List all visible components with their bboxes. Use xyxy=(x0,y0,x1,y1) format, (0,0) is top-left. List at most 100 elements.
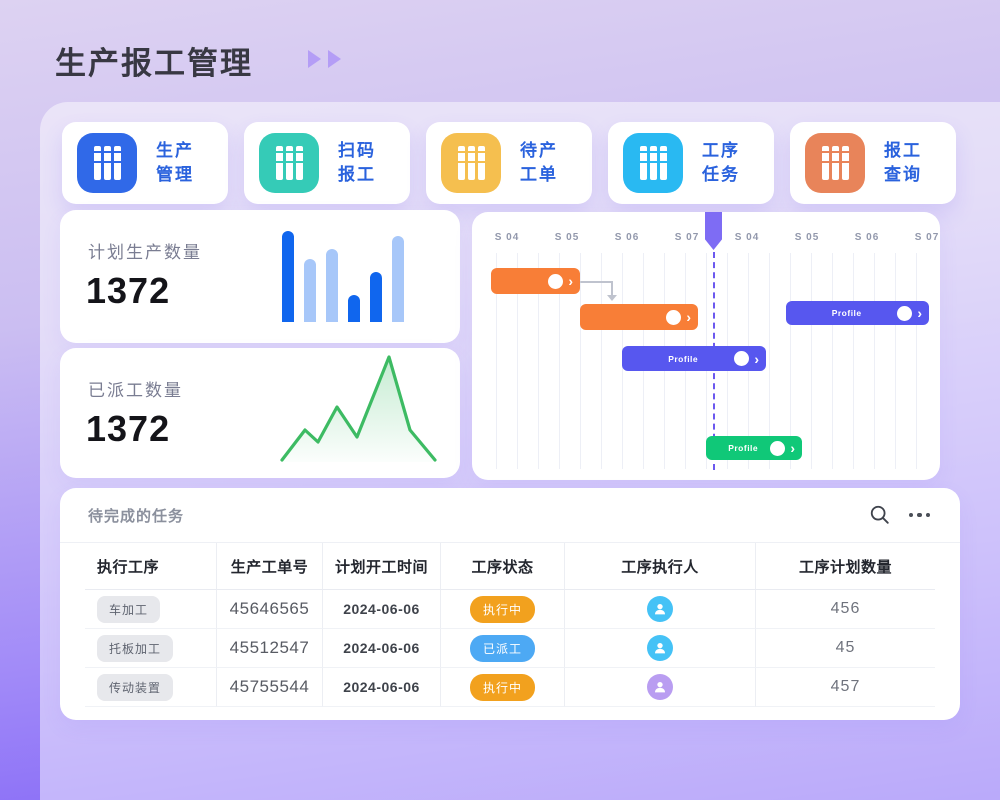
chevron-right-icon xyxy=(790,441,795,455)
mini-bar-chart xyxy=(282,231,414,322)
books-icon xyxy=(805,133,865,193)
avatar[interactable] xyxy=(647,674,673,700)
stat-label: 计划生产数量 xyxy=(88,238,202,263)
page-title: 生产报工管理 xyxy=(55,38,253,83)
person-icon xyxy=(652,640,668,656)
nav-card-report-query[interactable]: 报工查询 xyxy=(790,122,956,204)
timeline-label: S 04 xyxy=(485,232,529,243)
title-arrows-icon xyxy=(308,50,341,68)
nav-card-process-tasks[interactable]: 工序任务 xyxy=(608,122,774,204)
timeline-label: S 07 xyxy=(905,232,940,243)
chevron-right-icon xyxy=(568,274,573,288)
assignee-dot-icon xyxy=(770,441,785,456)
chevron-right-icon xyxy=(754,352,759,366)
qty-cell: 457 xyxy=(755,668,935,707)
nav-card-production-management[interactable]: 生产管理 xyxy=(62,122,228,204)
process-badge: 托板加工 xyxy=(97,635,173,662)
stat-label: 已派工数量 xyxy=(88,376,183,401)
executor-cell xyxy=(564,629,755,668)
timeline-label: S 06 xyxy=(845,232,889,243)
status-cell: 执行中 xyxy=(440,590,564,629)
books-icon xyxy=(77,133,137,193)
chevron-right-icon xyxy=(917,306,922,320)
books-icon xyxy=(623,133,683,193)
gantt-bar-label: Profile xyxy=(796,308,897,318)
gantt-bar-task-3[interactable]: Profile xyxy=(622,346,766,371)
pending-tasks-panel: 待完成的任务 执行工序 生产工单号 计划开工时间 工序状态 工序执行人 工序计划… xyxy=(60,488,960,720)
dispatched-quantity-card: 已派工数量 1372 xyxy=(60,348,460,478)
assignee-dot-icon xyxy=(734,351,749,366)
column-header: 生产工单号 xyxy=(216,543,322,590)
gantt-bar-label: Profile xyxy=(716,443,770,453)
panel-title: 待完成的任务 xyxy=(88,505,869,526)
timeline-label: S 05 xyxy=(545,232,589,243)
order-cell: 45646565 xyxy=(216,590,322,629)
play-arrow-icon xyxy=(328,50,341,68)
dependency-connector xyxy=(580,281,613,283)
status-badge: 执行中 xyxy=(470,596,535,623)
process-cell: 传动装置 xyxy=(85,668,216,707)
status-badge: 执行中 xyxy=(470,674,535,701)
planned-quantity-card: 计划生产数量 1372 xyxy=(60,210,460,343)
bar-segment xyxy=(392,236,404,322)
gantt-bar-label: Profile xyxy=(632,354,734,364)
main-container: 生产管理 扫码报工 待产工单 工序任务 报工查询 计划生产数量 1372 xyxy=(40,102,1000,800)
nav-card-pending-work-orders[interactable]: 待产工单 xyxy=(426,122,592,204)
nav-card-scan-report[interactable]: 扫码报工 xyxy=(244,122,410,204)
status-cell: 已派工 xyxy=(440,629,564,668)
gantt-bar-task-1[interactable] xyxy=(491,268,580,294)
page: 生产报工管理 生产管理 扫码报工 待产工单 工序任务 xyxy=(0,0,1000,800)
timeline-label: S 05 xyxy=(785,232,829,243)
books-icon xyxy=(259,133,319,193)
gantt-bar-task-4[interactable]: Profile xyxy=(786,301,929,325)
gantt-bar-task-5[interactable]: Profile xyxy=(706,436,802,460)
process-badge: 车加工 xyxy=(97,596,160,623)
panel-header: 待完成的任务 xyxy=(60,488,960,543)
nav-label: 待产工单 xyxy=(520,139,558,187)
status-badge: 已派工 xyxy=(470,635,535,662)
executor-cell xyxy=(564,668,755,707)
order-cell: 45755544 xyxy=(216,668,322,707)
assignee-dot-icon xyxy=(666,310,681,325)
status-cell: 执行中 xyxy=(440,668,564,707)
process-cell: 托板加工 xyxy=(85,629,216,668)
nav-label: 生产管理 xyxy=(156,139,194,187)
order-cell: 45512547 xyxy=(216,629,322,668)
current-time-marker[interactable] xyxy=(705,212,722,250)
chevron-right-icon xyxy=(686,310,691,324)
search-icon[interactable] xyxy=(869,504,891,526)
column-header: 计划开工时间 xyxy=(322,543,440,590)
person-icon xyxy=(652,679,668,695)
play-arrow-icon xyxy=(308,50,321,68)
column-header: 工序状态 xyxy=(440,543,564,590)
timeline-label: S 06 xyxy=(605,232,649,243)
bar-segment xyxy=(348,295,360,322)
mini-line-chart xyxy=(280,352,440,466)
assignee-dot-icon xyxy=(548,274,563,289)
assignee-dot-icon xyxy=(897,306,912,321)
dependency-arrow-icon xyxy=(607,295,617,301)
process-cell: 车加工 xyxy=(85,590,216,629)
column-header: 工序计划数量 xyxy=(755,543,935,590)
column-header: 执行工序 xyxy=(85,543,216,590)
date-cell: 2024-06-06 xyxy=(322,629,440,668)
gantt-panel: S 04 S 05 S 06 S 07 S 04 S 05 S 06 S 07 xyxy=(472,212,940,480)
bar-segment xyxy=(370,272,382,322)
avatar[interactable] xyxy=(647,635,673,661)
timeline-label: S 07 xyxy=(665,232,709,243)
more-options-icon[interactable] xyxy=(909,513,931,518)
date-cell: 2024-06-06 xyxy=(322,668,440,707)
bar-segment xyxy=(326,249,338,322)
avatar[interactable] xyxy=(647,596,673,622)
tasks-table: 执行工序 生产工单号 计划开工时间 工序状态 工序执行人 工序计划数量 车加工 … xyxy=(85,543,935,707)
nav-label: 报工查询 xyxy=(884,139,922,187)
bar-segment xyxy=(304,259,316,322)
dependency-connector xyxy=(611,281,613,296)
gantt-bar-task-2[interactable] xyxy=(580,304,698,330)
nav-label: 扫码报工 xyxy=(338,139,376,187)
date-cell: 2024-06-06 xyxy=(322,590,440,629)
person-icon xyxy=(652,601,668,617)
nav-row: 生产管理 扫码报工 待产工单 工序任务 报工查询 xyxy=(62,122,956,204)
qty-cell: 45 xyxy=(755,629,935,668)
books-icon xyxy=(441,133,501,193)
